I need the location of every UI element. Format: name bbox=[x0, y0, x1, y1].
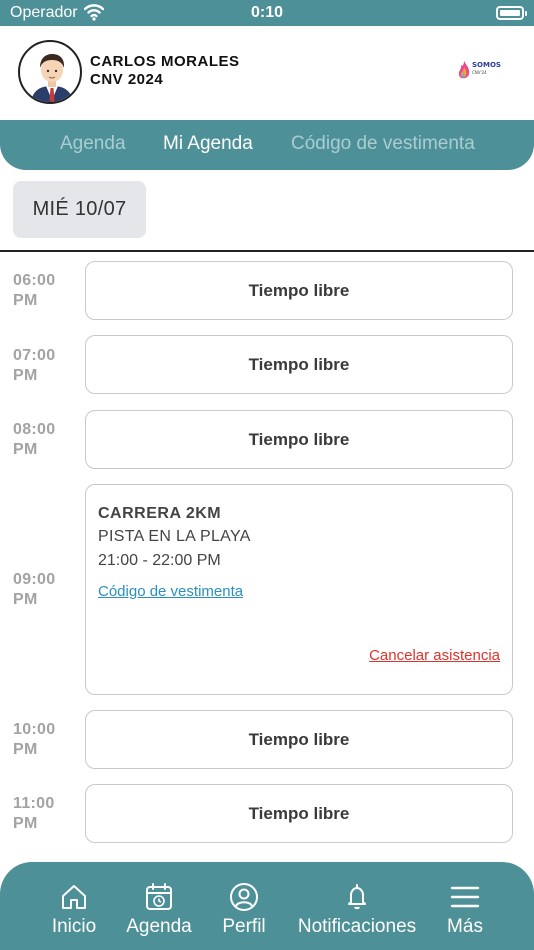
time-hour: 09:00 bbox=[13, 571, 56, 588]
dress-code-link[interactable]: Código de vestimenta bbox=[98, 583, 243, 600]
time-period: PM bbox=[13, 441, 38, 458]
nav-label: Agenda bbox=[126, 916, 192, 937]
status-time: 0:10 bbox=[250, 4, 284, 21]
time-label: 08:00 PM bbox=[13, 420, 73, 460]
avatar[interactable] bbox=[18, 40, 82, 104]
time-hour: 08:00 bbox=[13, 421, 56, 438]
user-name: CARLOS MORALES bbox=[90, 53, 240, 70]
time-period: PM bbox=[13, 815, 38, 832]
user-event: CNV 2024 bbox=[90, 71, 164, 88]
time-label: 07:00 PM bbox=[13, 346, 73, 386]
bell-icon bbox=[348, 884, 366, 910]
time-period: PM bbox=[13, 292, 38, 309]
event-logo: SOMOS CNV'24 bbox=[456, 60, 512, 82]
tab-codigo-vestimenta[interactable]: Código de vestimenta bbox=[291, 133, 475, 155]
time-period: PM bbox=[13, 367, 38, 384]
time-hour: 06:00 bbox=[13, 272, 56, 289]
logo-subtext: CNV'24 bbox=[472, 70, 487, 75]
nav-label: Inicio bbox=[51, 916, 97, 937]
nav-label: Más bbox=[447, 916, 483, 937]
cancel-attendance-link[interactable]: Cancelar asistencia bbox=[369, 647, 500, 664]
nav-item-perfil[interactable]: Perfil bbox=[218, 882, 270, 938]
free-time-slot[interactable]: Tiempo libre bbox=[85, 784, 513, 843]
bottom-navigation: Inicio Agenda Perfil Notificaciones Más bbox=[0, 862, 534, 950]
profile-header: CARLOS MORALES CNV 2024 SOMOS CNV'24 bbox=[0, 26, 534, 120]
event-location: PISTA EN LA PLAYA bbox=[98, 528, 251, 545]
time-hour: 07:00 bbox=[13, 347, 56, 364]
nav-label: Notificaciones bbox=[297, 916, 417, 937]
nav-label: Perfil bbox=[222, 916, 266, 937]
battery-icon bbox=[496, 6, 527, 20]
free-time-slot[interactable]: Tiempo libre bbox=[85, 261, 513, 320]
menu-icon bbox=[450, 886, 480, 908]
date-chip[interactable]: MIÉ 10/07 bbox=[13, 181, 146, 238]
tab-agenda[interactable]: Agenda bbox=[60, 133, 126, 155]
logo-text: SOMOS bbox=[472, 61, 501, 69]
time-hour: 11:00 bbox=[13, 795, 55, 812]
free-time-slot[interactable]: Tiempo libre bbox=[85, 410, 513, 469]
home-icon bbox=[62, 885, 86, 909]
time-period: PM bbox=[13, 741, 38, 758]
nav-item-mas[interactable]: Más bbox=[444, 882, 486, 938]
time-label: 10:00 PM bbox=[13, 720, 73, 760]
nav-item-notificaciones[interactable]: Notificaciones bbox=[294, 882, 420, 938]
tab-mi-agenda[interactable]: Mi Agenda bbox=[163, 133, 253, 155]
nav-item-agenda[interactable]: Agenda bbox=[124, 882, 194, 938]
event-card[interactable]: CARRERA 2KM PISTA EN LA PLAYA 21:00 - 22… bbox=[85, 484, 513, 695]
time-period: PM bbox=[13, 591, 38, 608]
nav-item-inicio[interactable]: Inicio bbox=[48, 882, 100, 938]
free-time-slot[interactable]: Tiempo libre bbox=[85, 710, 513, 769]
time-label: 06:00 PM bbox=[13, 271, 73, 311]
free-time-slot[interactable]: Tiempo libre bbox=[85, 335, 513, 394]
time-label: 11:00 PM bbox=[13, 794, 73, 834]
divider bbox=[0, 250, 534, 252]
event-time-range: 21:00 - 22:00 PM bbox=[98, 552, 221, 569]
status-bar: Operador 0:10 bbox=[0, 0, 534, 26]
agenda-tabs: Agenda Mi Agenda Código de vestimenta bbox=[0, 120, 534, 170]
time-hour: 10:00 bbox=[13, 721, 56, 738]
flame-logo-icon bbox=[458, 61, 470, 79]
event-title: CARRERA 2KM bbox=[98, 505, 222, 522]
time-label: 09:00 PM bbox=[13, 570, 73, 610]
calendar-icon bbox=[146, 883, 172, 910]
user-avatar-icon bbox=[30, 54, 74, 102]
profile-icon bbox=[230, 883, 258, 911]
